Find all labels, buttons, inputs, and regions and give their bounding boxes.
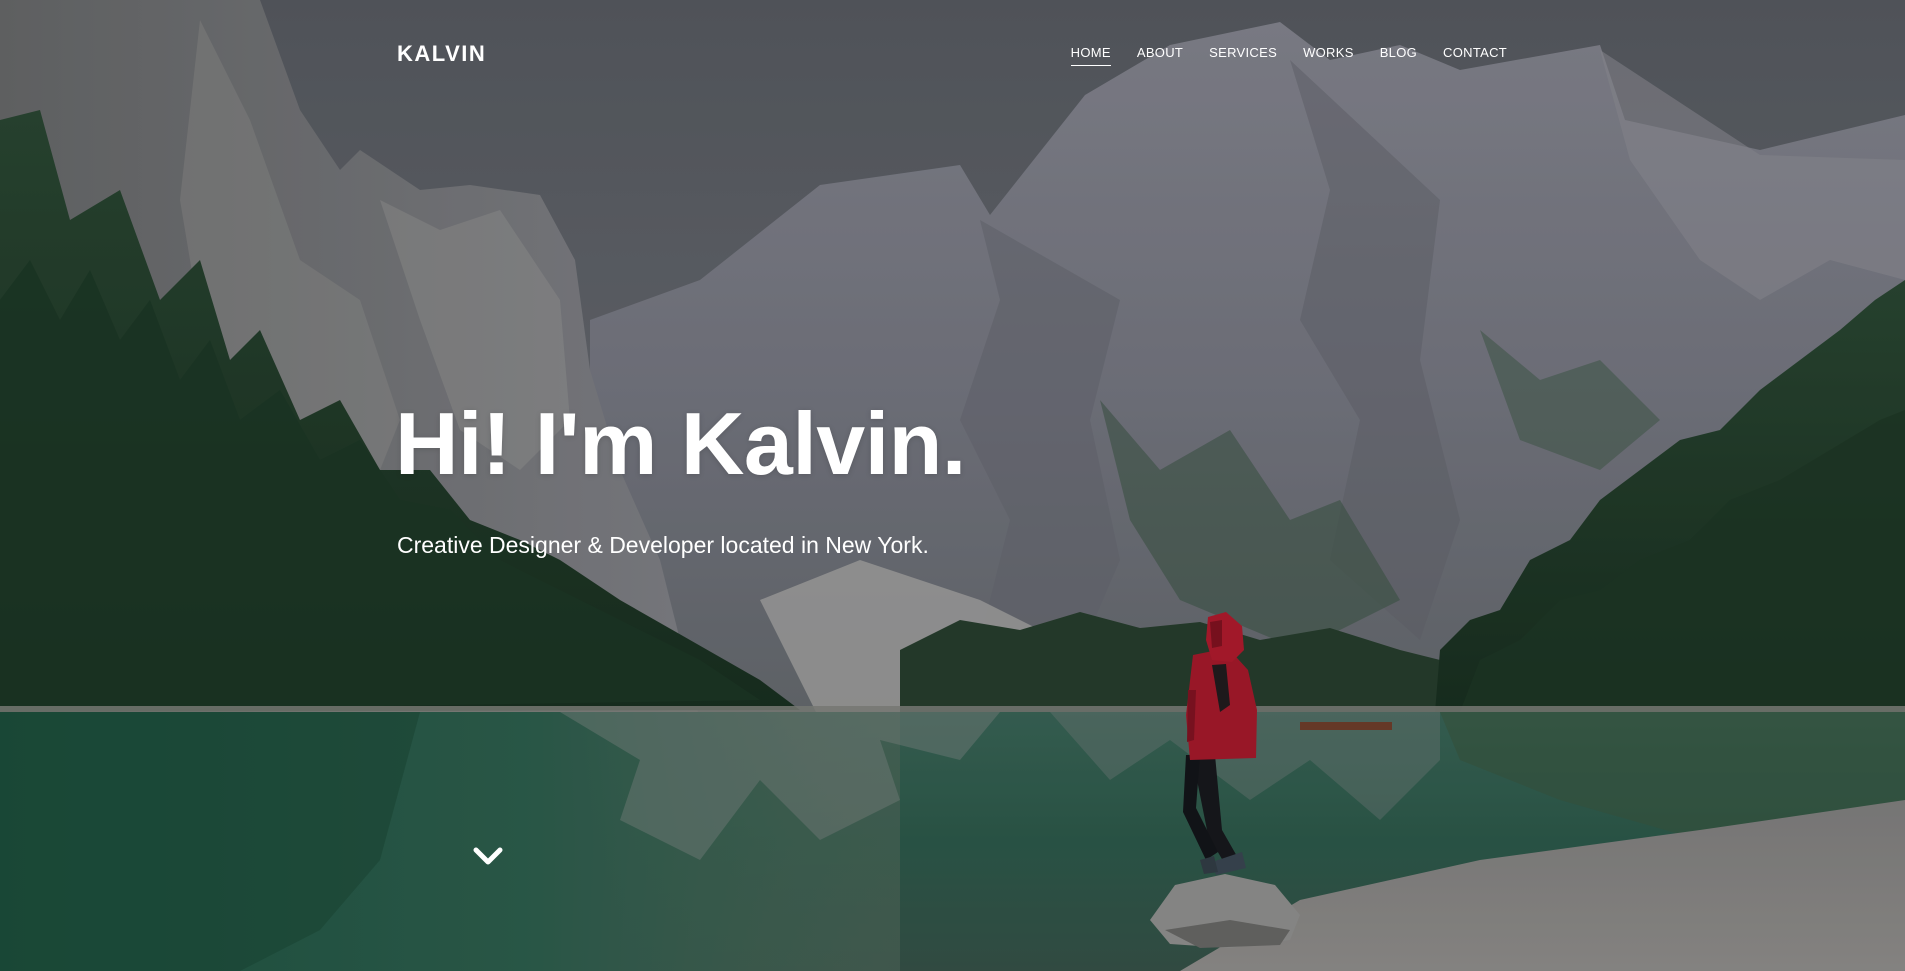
nav-item-contact[interactable]: CONTACT [1443,44,1507,65]
nav-item-blog[interactable]: BLOG [1380,44,1417,65]
site-logo[interactable]: KALVIN [397,40,486,68]
nav-item-home[interactable]: HOME [1070,44,1111,66]
nav-item-services[interactable]: SERVICES [1209,44,1277,65]
nav-item-about[interactable]: ABOUT [1137,44,1183,65]
hero-subtitle: Creative Designer & Developer located in… [397,532,929,558]
nav-item-works[interactable]: WORKS [1303,44,1354,65]
main-navigation: HOME ABOUT SERVICES WORKS BLOG CONTACT [1045,44,1507,66]
hero-section: KALVIN HOME ABOUT SERVICES WORKS BLOG CO… [0,0,1905,971]
scroll-down-button[interactable] [470,842,506,870]
chevron-down-icon [473,847,503,865]
hero-title: Hi! I'm Kalvin. [395,394,966,493]
